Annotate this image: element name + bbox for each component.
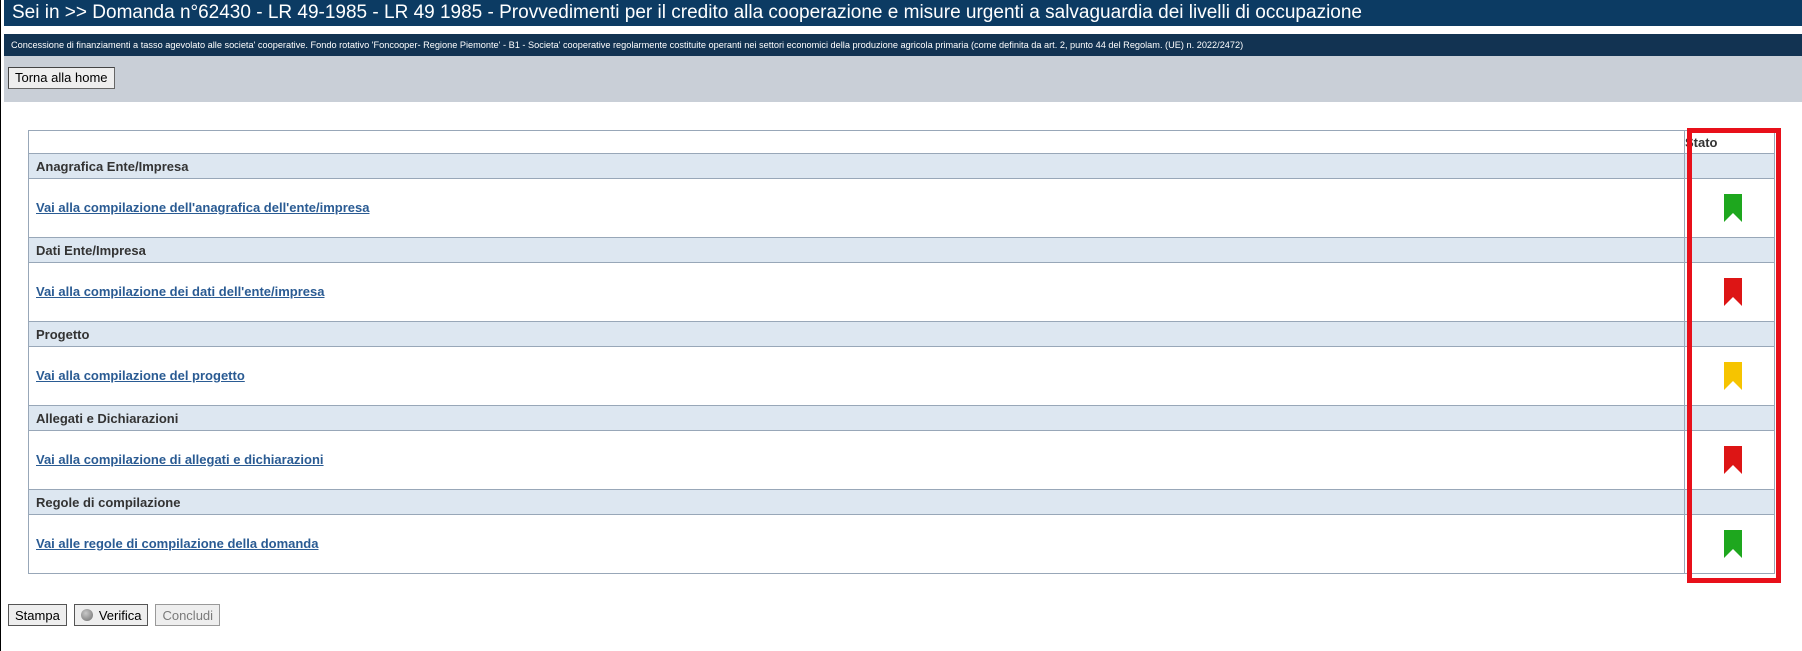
section-row-allegati: Allegati e Dichiarazioni [28, 405, 1775, 431]
section-stato-cell [1684, 237, 1775, 263]
red-flag-icon [1723, 446, 1742, 474]
page-subtitle: Concessione di finanziamenti a tasso age… [4, 34, 1802, 56]
section-row-anagrafica: Anagrafica Ente/Impresa [28, 153, 1775, 179]
breadcrumb-title: Sei in >> Domanda n°62430 - LR 49-1985 -… [4, 0, 1802, 26]
section-title-dati: Dati Ente/Impresa [36, 242, 146, 258]
link-row-progetto: Vai alla compilazione del progetto [28, 346, 1775, 406]
section-title-allegati: Allegati e Dichiarazioni [36, 410, 179, 426]
section-row-dati: Dati Ente/Impresa [28, 237, 1775, 263]
link-row-dati: Vai alla compilazione dei dati dell'ente… [28, 262, 1775, 322]
header-empty-cell [29, 131, 1685, 154]
stato-column-header: Stato [1684, 130, 1775, 154]
print-button[interactable]: Stampa [8, 604, 67, 626]
green-flag-icon [1723, 194, 1742, 222]
table-header-row: Stato [29, 130, 1775, 154]
section-stato-cell [1684, 489, 1775, 515]
link-progetto[interactable]: Vai alla compilazione del progetto [36, 368, 245, 383]
header-divider [4, 26, 1802, 34]
link-allegati[interactable]: Vai alla compilazione di allegati e dich… [36, 452, 324, 467]
link-anagrafica[interactable]: Vai alla compilazione dell'anagrafica de… [36, 200, 369, 215]
link-row-allegati: Vai alla compilazione di allegati e dich… [28, 430, 1775, 490]
section-title-anagrafica: Anagrafica Ente/Impresa [36, 158, 189, 174]
print-label: Stampa [15, 607, 60, 623]
link-row-regole: Vai alle regole di compilazione della do… [28, 514, 1775, 574]
green-flag-icon [1723, 530, 1742, 558]
section-row-regole: Regole di compilazione [28, 489, 1775, 515]
section-title-regole: Regole di compilazione [36, 494, 181, 510]
conclude-button[interactable]: Concludi [155, 604, 221, 626]
section-stato-cell [1684, 405, 1775, 431]
verify-label: Verifica [98, 607, 142, 623]
link-row-anagrafica: Vai alla compilazione dell'anagrafica de… [28, 178, 1775, 238]
status-table: Stato Anagrafica Ente/Impresa Vai alla c… [28, 130, 1775, 574]
verify-dot-icon [80, 609, 93, 621]
conclude-label: Concludi [162, 607, 214, 623]
action-bar: Stampa Verifica Concludi [8, 604, 221, 626]
section-stato-cell [1684, 153, 1775, 179]
toolbar-band [4, 56, 1802, 102]
link-regole[interactable]: Vai alle regole di compilazione della do… [36, 536, 318, 551]
red-flag-icon [1723, 278, 1742, 306]
section-stato-cell [1684, 321, 1775, 347]
home-button[interactable]: Torna alla home [8, 67, 115, 89]
link-dati[interactable]: Vai alla compilazione dei dati dell'ente… [36, 284, 324, 299]
verify-button[interactable]: Verifica [73, 604, 149, 626]
section-row-progetto: Progetto [28, 321, 1775, 347]
yellow-flag-icon [1723, 362, 1742, 390]
section-title-progetto: Progetto [36, 326, 90, 342]
left-border-line [0, 0, 1, 651]
